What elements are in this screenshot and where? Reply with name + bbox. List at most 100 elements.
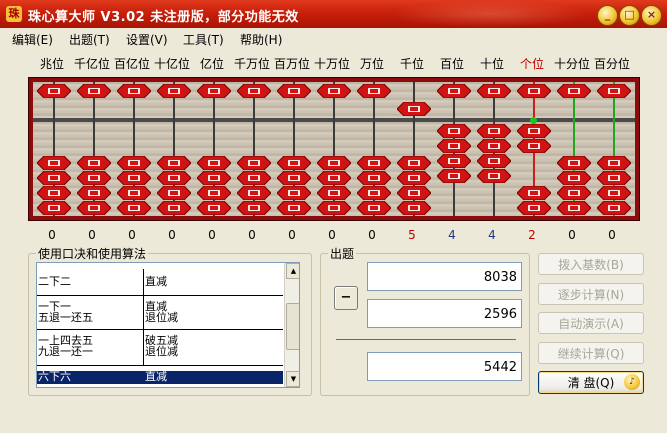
- lower-bead[interactable]: [517, 186, 551, 200]
- lower-bead[interactable]: [197, 201, 231, 215]
- lower-bead[interactable]: [597, 156, 631, 170]
- menu-settings[interactable]: 设置(V): [126, 31, 168, 48]
- lower-bead[interactable]: [157, 201, 191, 215]
- lower-bead[interactable]: [597, 201, 631, 215]
- result-field[interactable]: 5442: [367, 352, 522, 381]
- lower-bead[interactable]: [397, 171, 431, 185]
- upper-bead[interactable]: [397, 102, 431, 116]
- operand1-field[interactable]: 8038: [367, 262, 522, 291]
- upper-bead[interactable]: [157, 84, 191, 98]
- upper-bead[interactable]: [517, 84, 551, 98]
- upper-bead[interactable]: [117, 84, 151, 98]
- lower-bead[interactable]: [317, 201, 351, 215]
- upper-bead[interactable]: [357, 84, 391, 98]
- menu-help[interactable]: 帮助(H): [240, 31, 282, 48]
- lower-bead[interactable]: [357, 186, 391, 200]
- lower-bead[interactable]: [157, 171, 191, 185]
- lower-bead[interactable]: [397, 156, 431, 170]
- lower-bead[interactable]: [77, 171, 111, 185]
- auto-demo-button[interactable]: 自动演示(A): [538, 312, 644, 334]
- lower-bead[interactable]: [517, 124, 551, 138]
- lower-bead[interactable]: [197, 186, 231, 200]
- upper-bead[interactable]: [557, 84, 591, 98]
- upper-bead[interactable]: [597, 84, 631, 98]
- lower-bead[interactable]: [477, 154, 511, 168]
- lower-bead[interactable]: [277, 171, 311, 185]
- lower-bead[interactable]: [37, 171, 71, 185]
- lower-bead[interactable]: [237, 171, 271, 185]
- lower-bead[interactable]: [157, 156, 191, 170]
- upper-bead[interactable]: [437, 84, 471, 98]
- lower-bead[interactable]: [77, 156, 111, 170]
- lower-bead[interactable]: [37, 156, 71, 170]
- lower-bead[interactable]: [237, 156, 271, 170]
- continue-button[interactable]: 继续计算(Q): [538, 342, 644, 364]
- lower-bead[interactable]: [117, 201, 151, 215]
- minimize-button[interactable]: _: [597, 5, 618, 26]
- lower-bead[interactable]: [77, 186, 111, 200]
- lower-bead[interactable]: [597, 186, 631, 200]
- lower-bead[interactable]: [437, 169, 471, 183]
- list-scrollbar[interactable]: ▲ ▼: [284, 263, 299, 387]
- upper-bead[interactable]: [77, 84, 111, 98]
- lower-bead[interactable]: [557, 171, 591, 185]
- lower-bead[interactable]: [117, 186, 151, 200]
- upper-bead[interactable]: [317, 84, 351, 98]
- lower-bead[interactable]: [557, 186, 591, 200]
- clear-button[interactable]: 清 盘(Q) ♪: [538, 371, 644, 394]
- list-item[interactable]: 一下一 五退一还五 直减 退位减: [37, 296, 283, 330]
- upper-bead[interactable]: [37, 84, 71, 98]
- lower-bead[interactable]: [437, 124, 471, 138]
- lower-bead[interactable]: [237, 186, 271, 200]
- lower-bead[interactable]: [557, 201, 591, 215]
- lower-bead[interactable]: [197, 171, 231, 185]
- lower-bead[interactable]: [477, 139, 511, 153]
- rules-list[interactable]: 二下二 直减 一下一 五退一还五 直减 退位减 一上四去五 九退一还一 破五减 …: [36, 262, 300, 388]
- menu-tools[interactable]: 工具(T): [183, 31, 224, 48]
- lower-bead[interactable]: [317, 186, 351, 200]
- scroll-up-icon[interactable]: ▲: [286, 263, 299, 279]
- maximize-button[interactable]: □: [619, 5, 640, 26]
- lower-bead[interactable]: [437, 154, 471, 168]
- lower-bead[interactable]: [397, 186, 431, 200]
- lower-bead[interactable]: [357, 201, 391, 215]
- lower-bead[interactable]: [77, 201, 111, 215]
- upper-bead[interactable]: [237, 84, 271, 98]
- list-item[interactable]: 一上四去五 九退一还一 破五减 退位减: [37, 330, 283, 366]
- lower-bead[interactable]: [277, 201, 311, 215]
- close-button[interactable]: ×: [641, 5, 662, 26]
- step-button[interactable]: 逐步计算(N): [538, 283, 644, 305]
- lower-bead[interactable]: [277, 186, 311, 200]
- lower-bead[interactable]: [117, 156, 151, 170]
- lower-bead[interactable]: [317, 156, 351, 170]
- lower-bead[interactable]: [157, 186, 191, 200]
- minus-operator-button[interactable]: −: [334, 286, 358, 310]
- lower-bead[interactable]: [437, 139, 471, 153]
- upper-bead[interactable]: [197, 84, 231, 98]
- menu-problem[interactable]: 出题(T): [69, 31, 110, 48]
- lower-bead[interactable]: [37, 186, 71, 200]
- lower-bead[interactable]: [317, 171, 351, 185]
- lower-bead[interactable]: [517, 201, 551, 215]
- upper-bead[interactable]: [477, 84, 511, 98]
- lower-bead[interactable]: [477, 169, 511, 183]
- upper-bead[interactable]: [277, 84, 311, 98]
- lower-bead[interactable]: [517, 139, 551, 153]
- set-base-button[interactable]: 拨入基数(B): [538, 253, 644, 275]
- lower-bead[interactable]: [597, 171, 631, 185]
- lower-bead[interactable]: [277, 156, 311, 170]
- menu-edit[interactable]: 编辑(E): [12, 31, 53, 48]
- lower-bead[interactable]: [237, 201, 271, 215]
- scroll-thumb[interactable]: [286, 303, 299, 350]
- lower-bead[interactable]: [117, 171, 151, 185]
- lower-bead[interactable]: [557, 156, 591, 170]
- lower-bead[interactable]: [37, 201, 71, 215]
- operand2-field[interactable]: 2596: [367, 299, 522, 328]
- scroll-down-icon[interactable]: ▼: [286, 371, 299, 387]
- lower-bead[interactable]: [397, 201, 431, 215]
- lower-bead[interactable]: [477, 124, 511, 138]
- lower-bead[interactable]: [357, 171, 391, 185]
- lower-bead[interactable]: [197, 156, 231, 170]
- list-item-selected[interactable]: 六下六 直减: [37, 371, 283, 384]
- list-item[interactable]: 二下二 直减: [37, 269, 283, 296]
